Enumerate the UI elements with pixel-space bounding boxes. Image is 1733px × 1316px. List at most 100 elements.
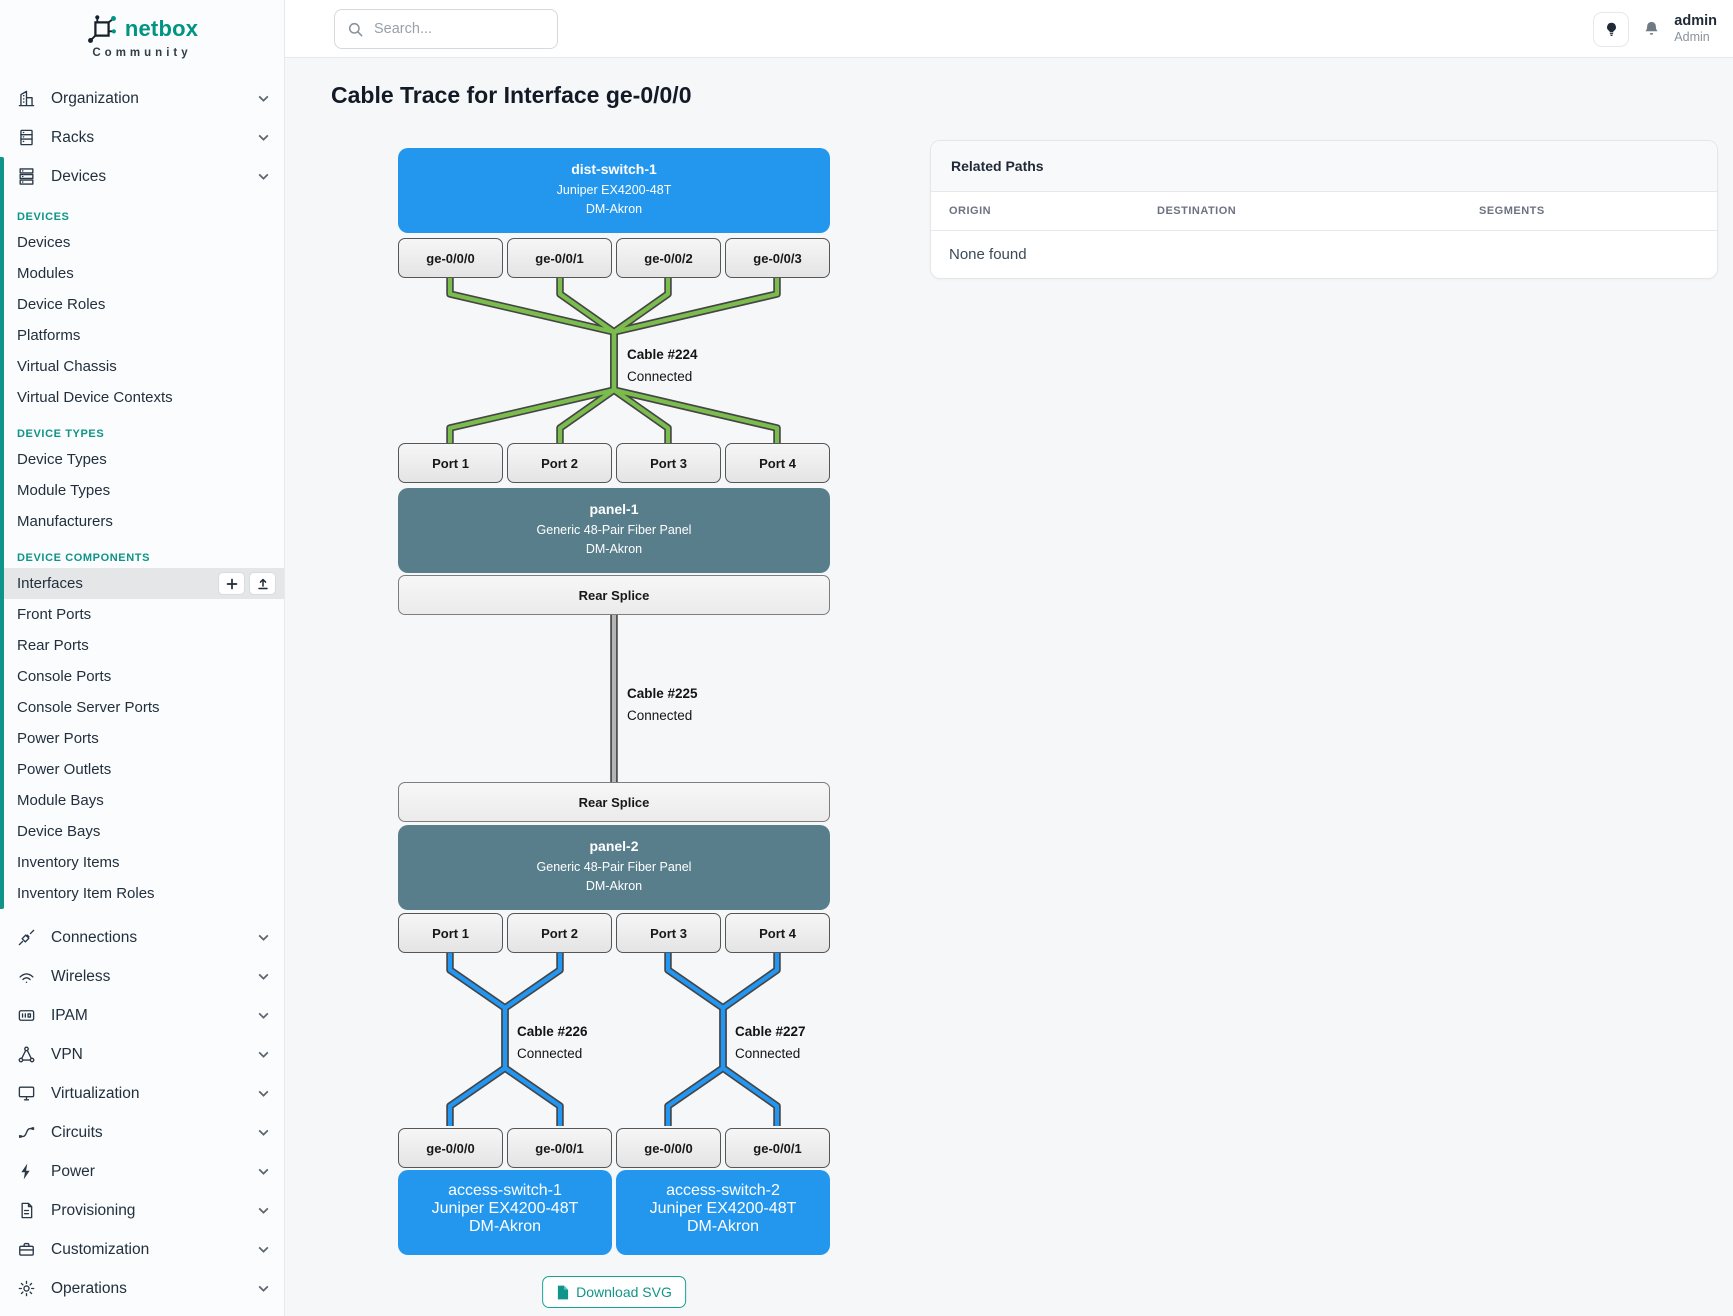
global-search[interactable] xyxy=(334,9,558,49)
ipam-icon xyxy=(17,1006,36,1025)
column-header-destination: DESTINATION xyxy=(1157,205,1479,217)
device-node-panel-1[interactable]: panel-1 Generic 48-Pair Fiber Panel DM-A… xyxy=(398,488,830,573)
chevron-down-icon xyxy=(257,1165,270,1178)
related-paths-card: Related Paths ORIGIN DESTINATION SEGMENT… xyxy=(930,140,1718,279)
lightbulb-icon xyxy=(1603,20,1620,39)
related-paths-title: Related Paths xyxy=(931,141,1717,192)
cable-224-label[interactable]: Cable #224Connected xyxy=(627,344,698,388)
sidebar-item-ipam[interactable]: IPAM xyxy=(0,996,284,1035)
sidebar-item-operations[interactable]: Operations xyxy=(0,1269,284,1308)
sidebar-item-virtual-chassis[interactable]: Virtual Chassis xyxy=(0,351,284,382)
brand-logo[interactable]: netbox Community xyxy=(0,0,284,79)
cable-227-label[interactable]: Cable #227Connected xyxy=(735,1021,806,1065)
plus-icon xyxy=(226,578,238,590)
theme-toggle-button[interactable] xyxy=(1593,12,1629,47)
sidebar-item-device-roles[interactable]: Device Roles xyxy=(0,289,284,320)
sidebar-item-racks[interactable]: Racks xyxy=(0,118,284,157)
sidebar-item-virtual-device-contexts[interactable]: Virtual Device Contexts xyxy=(0,382,284,413)
sidebar-item-vpn[interactable]: VPN xyxy=(0,1035,284,1074)
device-node-panel-2[interactable]: panel-2 Generic 48-Pair Fiber Panel DM-A… xyxy=(398,825,830,910)
device-node-dist-switch-1[interactable]: dist-switch-1 Juniper EX4200-48T DM-Akro… xyxy=(398,148,830,233)
chevron-down-icon xyxy=(257,970,270,983)
interface-node[interactable]: ge-0/0/1 xyxy=(507,238,612,278)
operations-icon xyxy=(17,1279,36,1298)
sidebar-item-console-server-ports[interactable]: Console Server Ports xyxy=(0,692,284,723)
front-port-node[interactable]: Port 1 xyxy=(398,913,503,953)
sidebar: netbox Community Organization Racks Devi… xyxy=(0,0,285,1316)
topbar: admin Admin xyxy=(285,0,1733,58)
netbox-logo-icon xyxy=(86,13,118,45)
related-paths-empty-row: None found xyxy=(931,231,1717,278)
sidebar-item-rear-ports[interactable]: Rear Ports xyxy=(0,630,284,661)
front-port-node[interactable]: Port 4 xyxy=(725,913,830,953)
cable-trace-diagram: dist-switch-1 Juniper EX4200-48T DM-Akro… xyxy=(398,148,830,1313)
search-input[interactable] xyxy=(374,21,524,37)
interface-node[interactable]: ge-0/0/3 xyxy=(725,238,830,278)
rear-port-node[interactable]: Rear Splice xyxy=(398,575,830,615)
cable-226-label[interactable]: Cable #226Connected xyxy=(517,1021,588,1065)
sidebar-item-power[interactable]: Power xyxy=(0,1152,284,1191)
interface-node[interactable]: ge-0/0/1 xyxy=(507,1128,612,1168)
notifications-bell-icon[interactable] xyxy=(1642,19,1661,39)
chevron-down-icon xyxy=(257,1048,270,1061)
chevron-down-icon xyxy=(257,170,270,183)
sidebar-item-power-ports[interactable]: Power Ports xyxy=(0,723,284,754)
page-title: Cable Trace for Interface ge-0/0/0 xyxy=(331,82,692,109)
front-port-node[interactable]: Port 2 xyxy=(507,913,612,953)
chevron-down-icon xyxy=(257,931,270,944)
sidebar-item-devices-list[interactable]: Devices xyxy=(0,227,284,258)
sidebar-item-connections[interactable]: Connections xyxy=(0,918,284,957)
sidebar-item-virtualization[interactable]: Virtualization xyxy=(0,1074,284,1113)
download-svg-button[interactable]: Download SVG xyxy=(542,1276,686,1308)
sidebar-item-console-ports[interactable]: Console Ports xyxy=(0,661,284,692)
front-port-node[interactable]: Port 3 xyxy=(616,913,721,953)
sidebar-item-inventory-items[interactable]: Inventory Items xyxy=(0,847,284,878)
cable-225-label[interactable]: Cable #225Connected xyxy=(627,683,698,727)
dist-switch-ports: ge-0/0/0 ge-0/0/1 ge-0/0/2 ge-0/0/3 xyxy=(398,238,830,278)
sidebar-item-manufacturers[interactable]: Manufacturers xyxy=(0,506,284,537)
sidebar-item-modules[interactable]: Modules xyxy=(0,258,284,289)
sidebar-item-customization[interactable]: Customization xyxy=(0,1230,284,1269)
device-node-access-switch-1[interactable]: access-switch-1 Juniper EX4200-48T DM-Ak… xyxy=(398,1170,612,1255)
sidebar-item-power-outlets[interactable]: Power Outlets xyxy=(0,754,284,785)
import-interfaces-button[interactable] xyxy=(249,572,276,595)
interface-node[interactable]: ge-0/0/0 xyxy=(398,1128,503,1168)
front-port-node[interactable]: Port 3 xyxy=(616,443,721,483)
sidebar-item-organization[interactable]: Organization xyxy=(0,79,284,118)
sidebar-item-wireless[interactable]: Wireless xyxy=(0,957,284,996)
rear-port-node[interactable]: Rear Splice xyxy=(398,782,830,822)
sidebar-item-circuits[interactable]: Circuits xyxy=(0,1113,284,1152)
customization-icon xyxy=(17,1240,36,1259)
sidebar-item-device-types[interactable]: Device Types xyxy=(0,444,284,475)
user-menu[interactable]: admin Admin xyxy=(1674,13,1717,44)
device-node-access-switch-2[interactable]: access-switch-2 Juniper EX4200-48T DM-Ak… xyxy=(616,1170,830,1255)
sidebar-item-device-bays[interactable]: Device Bays xyxy=(0,816,284,847)
file-icon xyxy=(556,1285,569,1300)
circuits-icon xyxy=(17,1123,36,1142)
sidebar-item-devices[interactable]: Devices xyxy=(0,157,284,196)
main-content: Cable Trace for Interface ge-0/0/0 xyxy=(285,58,1733,1316)
sidebar-item-platforms[interactable]: Platforms xyxy=(0,320,284,351)
brand-name: netbox xyxy=(125,16,198,42)
interface-node[interactable]: ge-0/0/0 xyxy=(616,1128,721,1168)
sidebar-item-front-ports[interactable]: Front Ports xyxy=(0,599,284,630)
interface-node[interactable]: ge-0/0/0 xyxy=(398,238,503,278)
sidebar-item-inventory-item-roles[interactable]: Inventory Item Roles xyxy=(0,878,284,909)
chevron-down-icon xyxy=(257,1087,270,1100)
front-port-node[interactable]: Port 4 xyxy=(725,443,830,483)
sidebar-item-module-types[interactable]: Module Types xyxy=(0,475,284,506)
chevron-down-icon xyxy=(257,92,270,105)
interface-node[interactable]: ge-0/0/2 xyxy=(616,238,721,278)
add-interface-button[interactable] xyxy=(218,572,245,595)
sidebar-item-interfaces[interactable]: Interfaces xyxy=(0,568,284,599)
interface-node[interactable]: ge-0/0/1 xyxy=(725,1128,830,1168)
racks-icon xyxy=(17,128,36,147)
provisioning-icon xyxy=(17,1201,36,1220)
chevron-down-icon xyxy=(257,1009,270,1022)
front-port-node[interactable]: Port 2 xyxy=(507,443,612,483)
import-icon xyxy=(257,578,269,590)
sidebar-item-module-bays[interactable]: Module Bays xyxy=(0,785,284,816)
access-switch-row: access-switch-1 Juniper EX4200-48T DM-Ak… xyxy=(398,1170,830,1255)
sidebar-item-provisioning[interactable]: Provisioning xyxy=(0,1191,284,1230)
front-port-node[interactable]: Port 1 xyxy=(398,443,503,483)
